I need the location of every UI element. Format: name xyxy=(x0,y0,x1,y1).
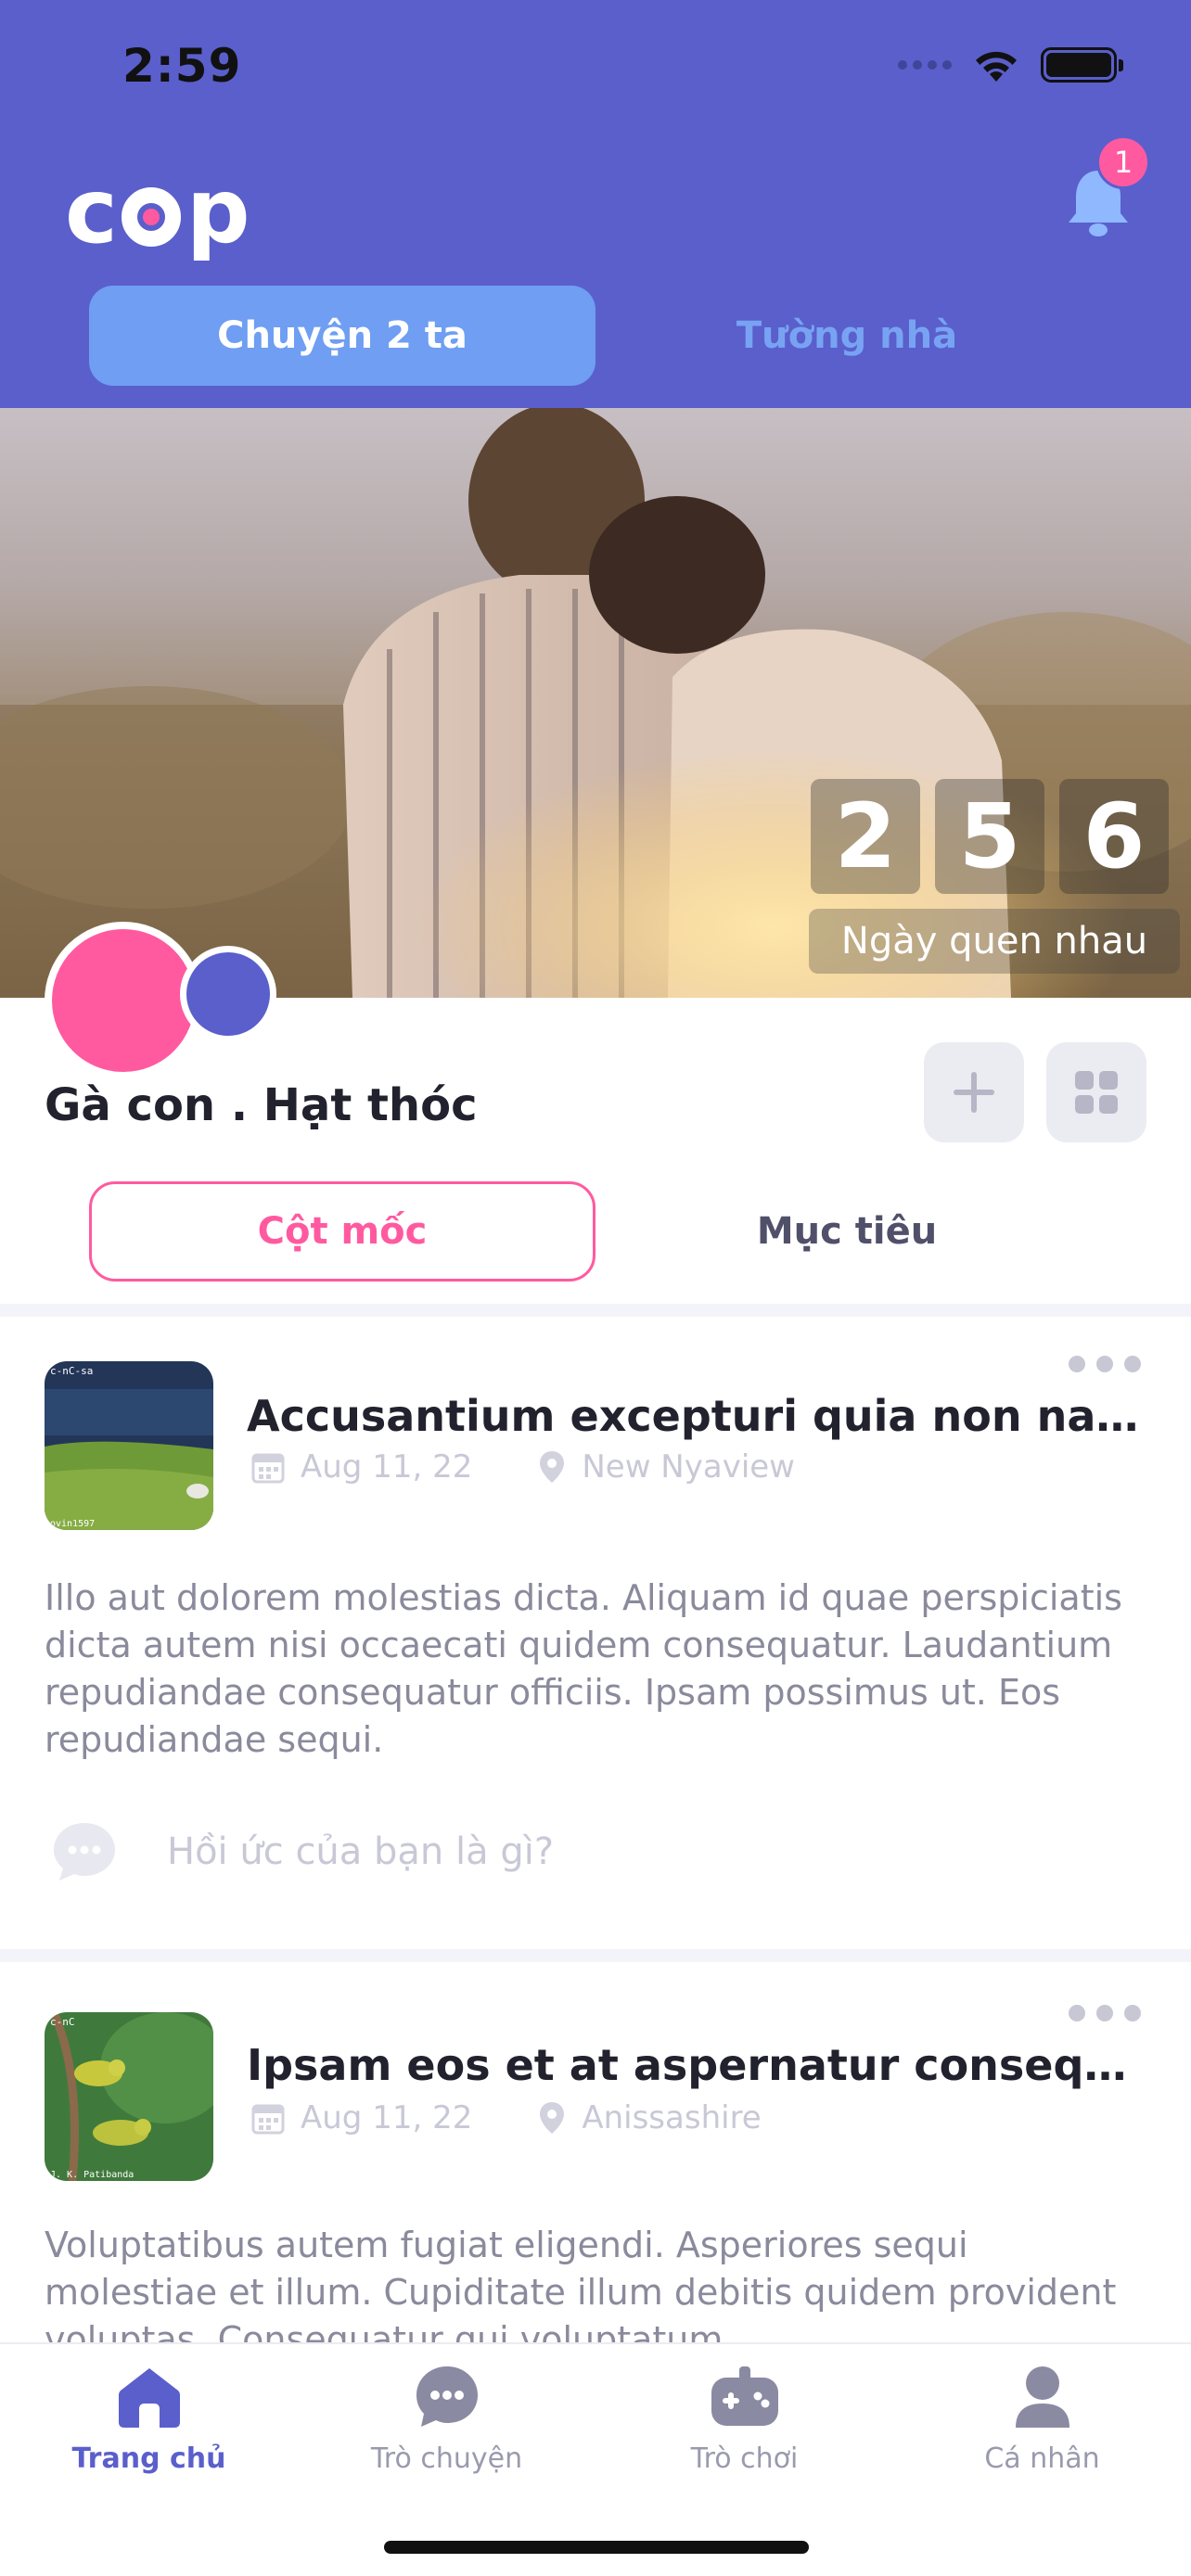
post-location: New Nyaview xyxy=(537,1448,795,1486)
post-title[interactable]: Ipsam eos et at aspernatur consequun... xyxy=(247,2040,1143,2090)
nav-chat-label: Trò chuyện xyxy=(370,2442,523,2475)
status-icons xyxy=(898,46,1123,83)
plus-icon xyxy=(954,1072,994,1113)
nav-games-label: Trò chơi xyxy=(690,2442,799,2475)
battery-icon xyxy=(1041,47,1123,83)
gamepad-icon xyxy=(711,2366,778,2426)
home-icon xyxy=(118,2368,180,2428)
tab-tuong-nha[interactable]: Tường nhà xyxy=(594,286,1100,386)
chat-icon xyxy=(416,2366,478,2427)
more-options-icon[interactable] xyxy=(1069,1356,1141,1372)
post-date: Aug 11, 22 xyxy=(301,1448,473,1486)
user-icon xyxy=(1015,2366,1069,2428)
days-counter-label: Ngày quen nhau xyxy=(809,909,1180,974)
calendar-icon xyxy=(251,1453,285,1484)
calendar-icon xyxy=(251,2104,285,2135)
post-meta: Aug 11, 22 New Nyaview xyxy=(250,1448,795,1486)
avatar-partner-1[interactable] xyxy=(45,922,202,1079)
wifi-icon xyxy=(976,51,1017,82)
post-date: Aug 11, 22 xyxy=(301,2099,473,2136)
add-button[interactable] xyxy=(924,1042,1024,1142)
chat-bubble-icon xyxy=(54,1823,115,1881)
days-digit: 5 xyxy=(935,779,1044,894)
tab-muc-tieu[interactable]: Mục tiêu xyxy=(594,1181,1100,1282)
post-meta: Aug 11, 22 Anissashire xyxy=(250,2099,762,2136)
section-divider xyxy=(0,1949,1191,1962)
comment-input[interactable]: Hồi ức của bạn là gì? xyxy=(50,1819,554,1884)
app-header: 2:59 cp 1 Chuyện 2 ta Tường nhà xyxy=(0,0,1191,408)
post-thumbnail[interactable]: c-nC-sa ovin1597 xyxy=(45,1361,213,1530)
post-location: Anissashire xyxy=(537,2099,762,2136)
grid-view-button[interactable] xyxy=(1046,1042,1146,1142)
thumbnail-caption-top: c-nC xyxy=(50,2016,75,2028)
post-location-text: New Nyaview xyxy=(582,1448,795,1486)
location-pin-icon xyxy=(540,2102,565,2134)
location-pin-icon xyxy=(540,1451,565,1483)
nav-games[interactable]: Trò chơi xyxy=(596,2363,893,2475)
nav-chat[interactable]: Trò chuyện xyxy=(298,2363,596,2475)
comment-placeholder: Hồi ức của bạn là gì? xyxy=(167,1830,555,1873)
thumbnail-caption-top: c-nC-sa xyxy=(50,1365,93,1377)
status-time: 2:59 xyxy=(122,39,242,93)
thumbnail-caption-bottom: J. K. Patibanda xyxy=(50,2170,134,2180)
nav-home-label: Trang chủ xyxy=(71,2442,226,2475)
cellular-signal-icon xyxy=(898,60,952,70)
days-counter: 2 5 6 xyxy=(811,779,1169,894)
days-digit: 2 xyxy=(811,779,920,894)
post-location-text: Anissashire xyxy=(582,2099,762,2136)
app-screen: 2:59 cp 1 Chuyện 2 ta Tường nhà 2 5 6 Ng… xyxy=(0,0,1191,2576)
more-options-icon[interactable] xyxy=(1069,2005,1141,2021)
section-divider xyxy=(0,1304,1191,1317)
memory-post: c-nC J. K. Patibanda Ipsam eos et at asp… xyxy=(0,1970,1191,2360)
post-body: Illo aut dolorem molestias dicta. Aliqua… xyxy=(45,1577,1122,1760)
post-thumbnail[interactable]: c-nC J. K. Patibanda xyxy=(45,2012,213,2181)
couple-name: Gà con . Hạt thóc xyxy=(45,1079,478,1131)
thumbnail-caption-bottom: ovin1597 xyxy=(50,1519,95,1529)
nav-profile[interactable]: Cá nhân xyxy=(893,2363,1191,2475)
nav-profile-label: Cá nhân xyxy=(984,2442,1100,2475)
post-title[interactable]: Accusantium excepturi quia non nam s... xyxy=(247,1391,1143,1441)
days-digit: 6 xyxy=(1059,779,1169,894)
grid-icon xyxy=(1075,1071,1118,1114)
tab-chuyen-2-ta[interactable]: Chuyện 2 ta xyxy=(89,286,596,386)
app-logo: cp xyxy=(65,159,250,263)
memory-post: c-nC-sa ovin1597 Accusantium excepturi q… xyxy=(0,1317,1191,1947)
avatar-partner-2[interactable] xyxy=(180,946,276,1042)
nav-home[interactable]: Trang chủ xyxy=(0,2363,298,2475)
notification-badge: 1 xyxy=(1096,135,1150,189)
tab-cot-moc[interactable]: Cột mốc xyxy=(89,1181,596,1282)
home-indicator[interactable] xyxy=(384,2541,809,2554)
